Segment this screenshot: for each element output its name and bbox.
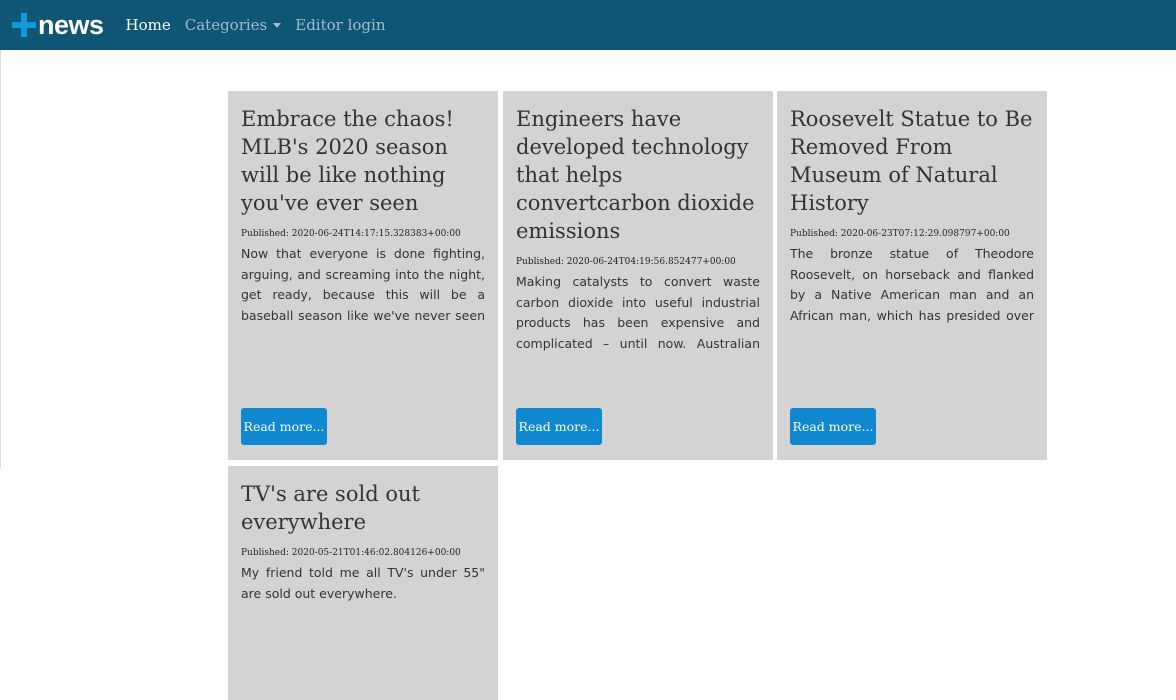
article-card: Roosevelt Statue to Be Removed From Muse… xyxy=(777,91,1047,460)
article-excerpt: Making catalysts to convert waste carbon… xyxy=(516,274,760,352)
nav-categories-label: Categories xyxy=(184,16,268,34)
article-excerpt: Now that everyone is done fighting, argu… xyxy=(241,246,485,324)
article-title: TV's are sold out everywhere xyxy=(241,482,420,534)
article-published-date: Published: 2020-06-23T07:12:29.098797+00… xyxy=(790,229,1010,239)
read-more-button[interactable]: Read more... xyxy=(516,408,602,445)
article-published-date: Published: 2020-06-24T04:19:56.852477+00… xyxy=(516,257,736,267)
plus-icon xyxy=(12,13,36,37)
nav-categories-dropdown[interactable]: Categories xyxy=(185,16,282,34)
read-more-button[interactable]: Read more... xyxy=(790,408,876,445)
read-more-button[interactable]: Read more... xyxy=(241,408,327,445)
article-published-date: Published: 2020-06-24T14:17:15.328383+00… xyxy=(241,229,461,239)
article-title: Engineers have developed technology that… xyxy=(516,107,755,243)
article-excerpt: My friend told me all TV's under 55" are… xyxy=(241,565,485,601)
article-title: Embrace the chaos! MLB's 2020 season wil… xyxy=(241,107,454,215)
nav-home-link[interactable]: Home xyxy=(126,16,171,34)
caret-down-icon xyxy=(273,22,282,28)
article-card: Embrace the chaos! MLB's 2020 season wil… xyxy=(228,91,498,460)
top-navbar: news Home Categories Editor login xyxy=(0,0,1176,50)
article-published-date: Published: 2020-05-21T01:46:02.804126+00… xyxy=(241,548,461,558)
article-excerpt: The bronze statue of Theodore Roosevelt,… xyxy=(790,246,1034,324)
page-divider xyxy=(0,50,1,468)
article-title: Roosevelt Statue to Be Removed From Muse… xyxy=(790,107,1033,215)
article-card: TV's are sold out everywhere Published: … xyxy=(228,466,498,700)
nav-editor-login-link[interactable]: Editor login xyxy=(295,16,385,34)
brand-logo[interactable]: news xyxy=(12,0,104,50)
nav-links: Home Categories Editor login xyxy=(126,0,400,50)
brand-text: news xyxy=(38,9,104,40)
article-card: Engineers have developed technology that… xyxy=(503,91,773,460)
